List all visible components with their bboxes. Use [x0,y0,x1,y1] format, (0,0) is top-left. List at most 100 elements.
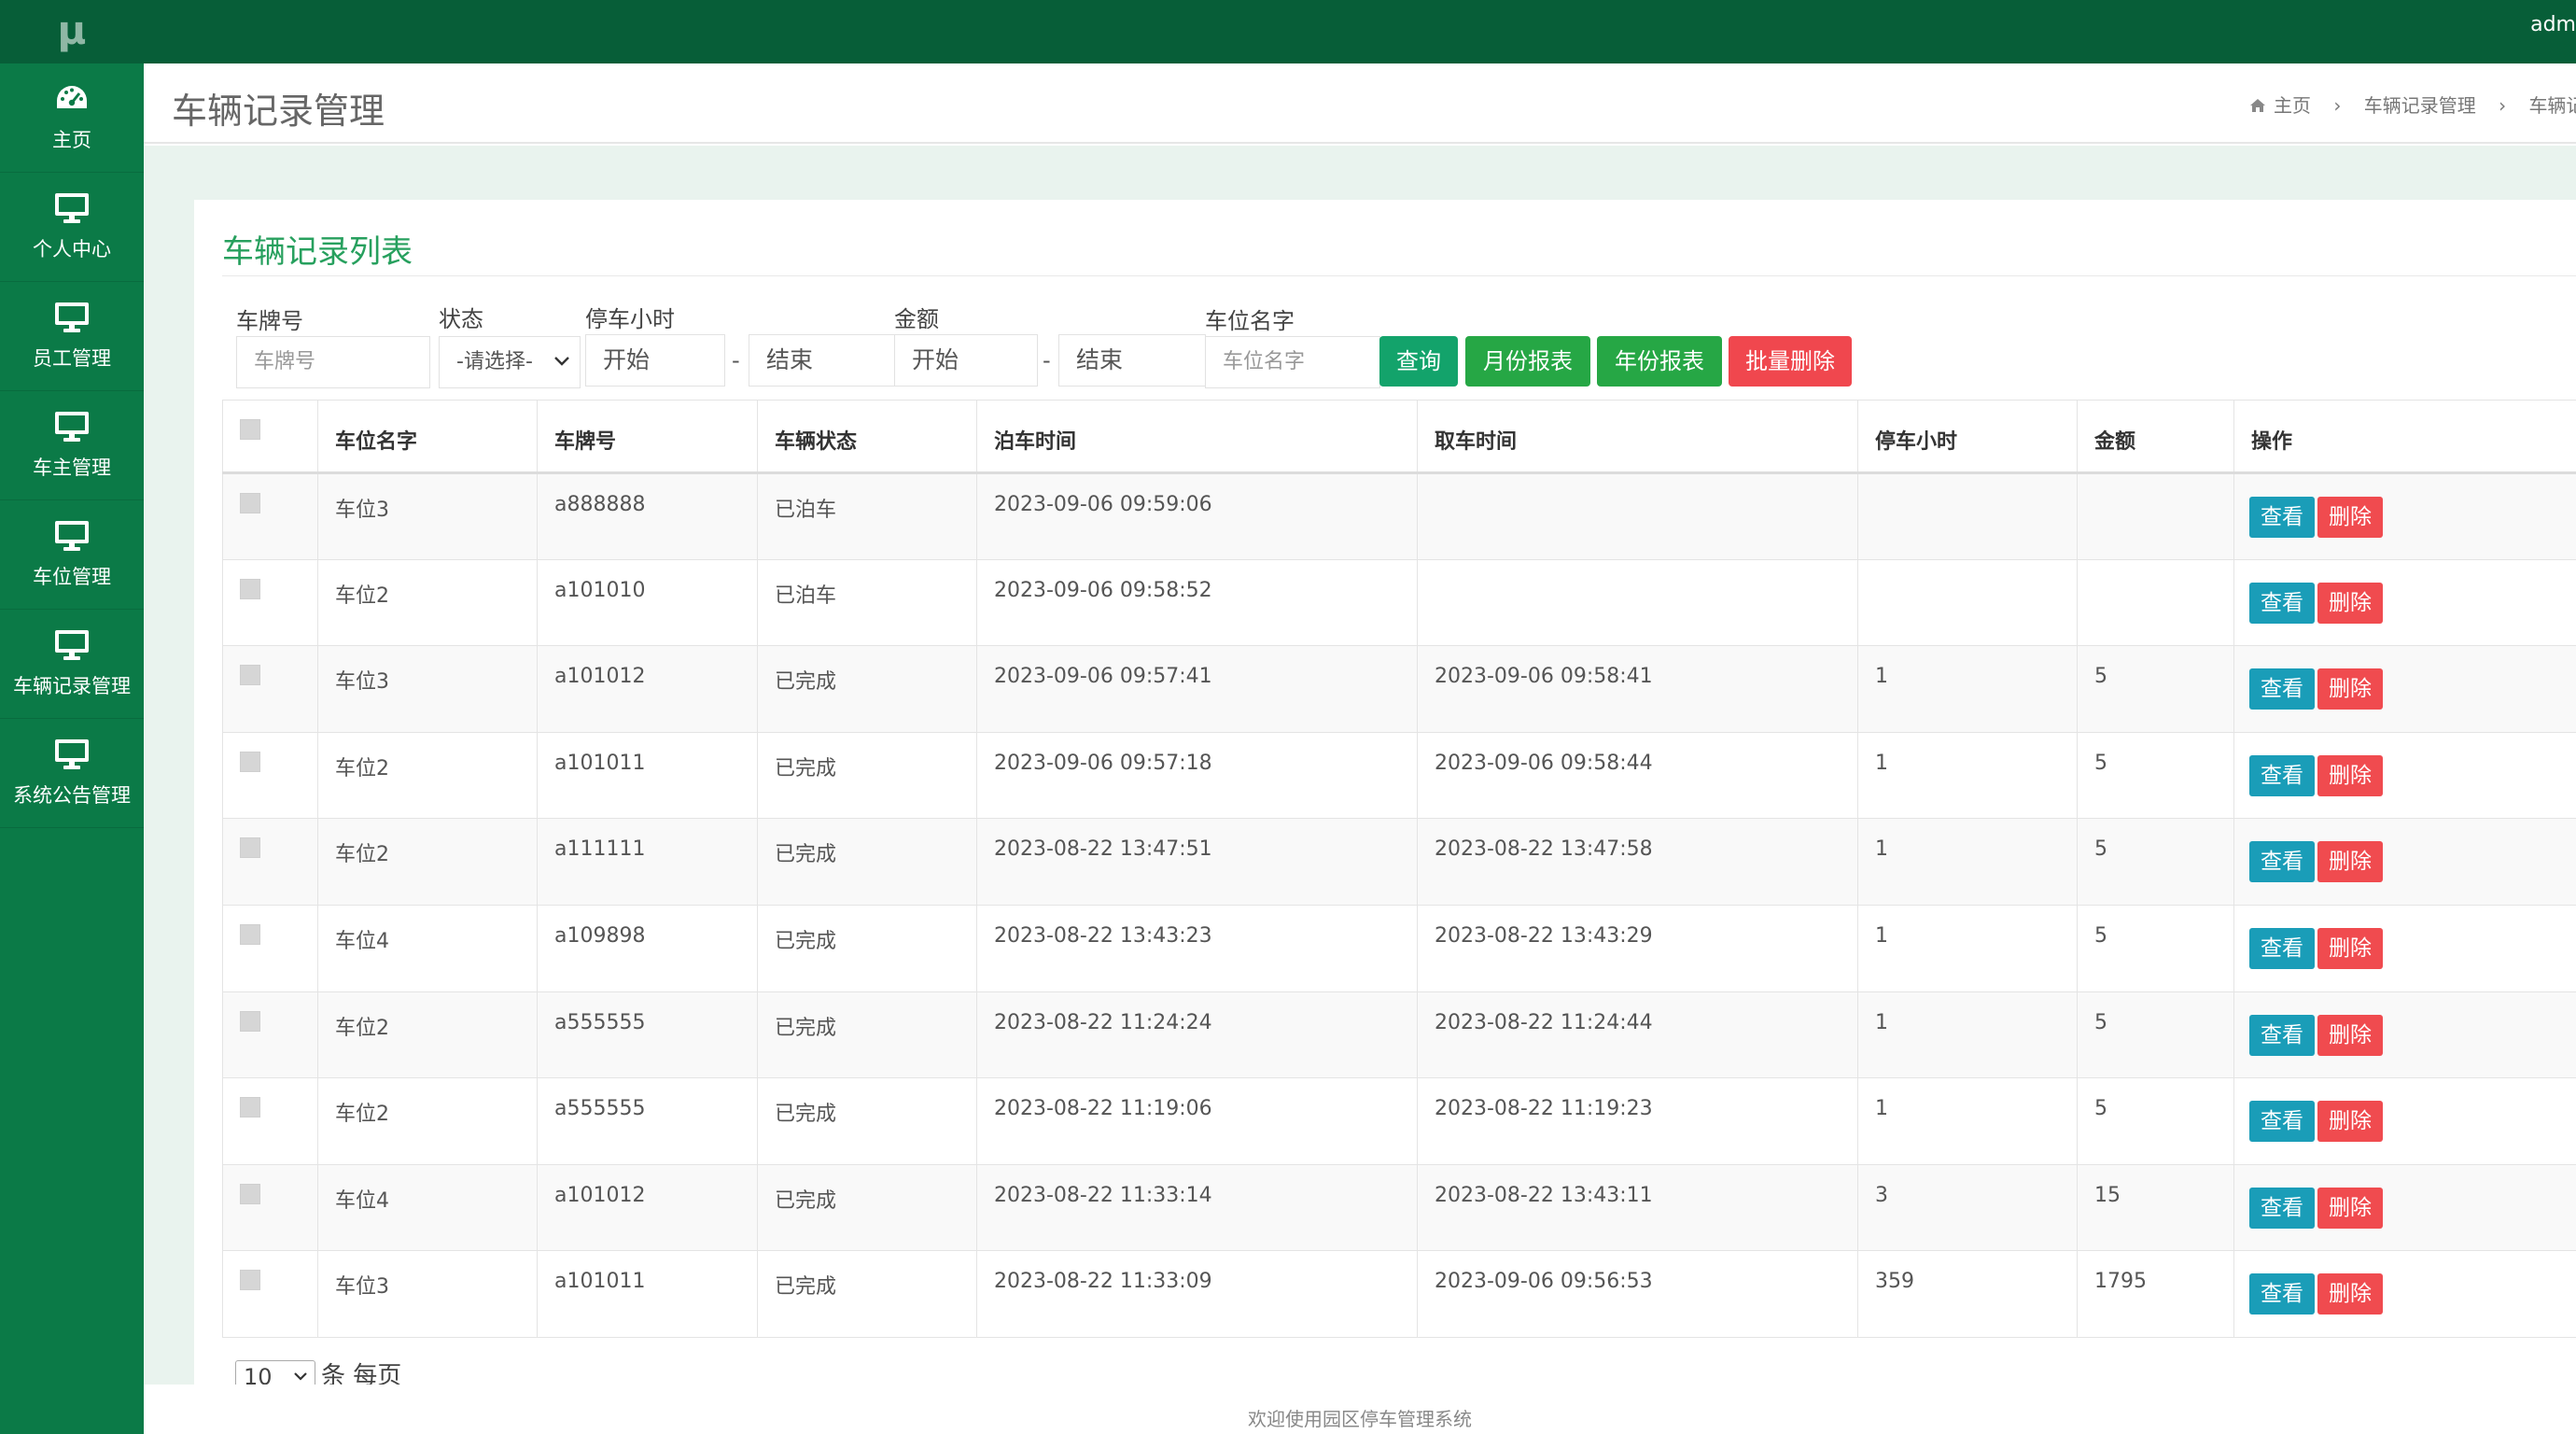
select-all-checkbox[interactable] [240,419,260,440]
row-checkbox[interactable] [240,837,260,859]
user-name[interactable]: adm [2530,13,2576,36]
yearly-report-button[interactable]: 年份报表 [1597,336,1722,387]
sidebar-item-3[interactable]: 车主管理 [0,391,144,500]
cell-amount: 5 [2077,645,2234,733]
sidebar-item-label: 车辆记录管理 [13,675,131,697]
space-input[interactable]: 车位名字 [1205,336,1380,388]
cell-hours: 1 [1857,991,2078,1079]
view-button[interactable]: 查看 [2249,497,2315,538]
cell-amount: 5 [2077,1077,2234,1165]
cell-amount: 1795 [2077,1250,2234,1338]
amount-start-input[interactable]: 开始 [894,334,1038,387]
cell-plate: a888888 [537,472,758,560]
monitor-icon [53,191,91,225]
cell-plate: a101012 [537,645,758,733]
breadcrumb-home[interactable]: 主页 [2249,91,2311,118]
column-header-amount[interactable]: 金额 [2077,400,2234,474]
column-header-actions: 操作 [2233,400,2576,474]
table-header-row: 车位名字 车牌号 车辆状态 泊车时间 取车时间 停车小时 金额 操作 [222,400,2576,474]
monitor-icon [53,738,91,771]
sidebar-item-0[interactable]: 主页 [0,63,144,173]
sidebar-item-label: 系统公告管理 [13,784,131,807]
row-checkbox[interactable] [240,1183,260,1204]
delete-button[interactable]: 删除 [2317,1273,2383,1315]
row-select-cell [222,558,318,647]
row-checkbox[interactable] [240,493,260,513]
cell-status: 已完成 [757,731,977,820]
space-label: 车位名字 [1205,308,1295,334]
sidebar-item-6[interactable]: 系统公告管理 [0,719,144,828]
row-actions: 查看 删除 [2233,558,2576,647]
delete-button[interactable]: 删除 [2317,927,2383,969]
column-header-plate[interactable]: 车牌号 [537,400,758,474]
cell-status: 已泊车 [757,472,977,560]
cell-hours: 1 [1857,904,2078,992]
cell-hours: 1 [1857,818,2078,906]
sidebar-item-5[interactable]: 车辆记录管理 [0,610,144,719]
status-select-value: -请选择- [456,350,533,373]
amount-range-dash: - [1043,347,1051,373]
sidebar-item-2[interactable]: 员工管理 [0,282,144,391]
row-checkbox[interactable] [240,1010,260,1032]
hours-start-input[interactable]: 开始 [585,334,725,387]
breadcrumb-item-records[interactable]: 车辆记录管理 [2364,91,2476,118]
row-select-cell [222,904,318,992]
cell-park-time: 2023-08-22 11:24:24 [976,991,1418,1079]
top-bar: adm [144,0,2576,63]
page-header: 车辆记录管理 主页 › 车辆记录管理 › 车辆记 [144,63,2576,144]
view-button[interactable]: 查看 [2249,754,2315,796]
sidebar-item-4[interactable]: 车位管理 [0,500,144,610]
batch-delete-button[interactable]: 批量删除 [1729,336,1852,387]
cell-status: 已完成 [757,1250,977,1338]
row-checkbox[interactable] [240,1270,260,1291]
delete-button[interactable]: 删除 [2317,497,2383,538]
query-button[interactable]: 查询 [1379,336,1458,387]
cell-amount: 5 [2077,991,2234,1079]
table-row: 车位3 a101012 已完成 2023-09-06 09:57:41 2023-09-… [222,645,2576,733]
breadcrumb-separator: › [2333,94,2342,117]
view-button[interactable]: 查看 [2249,1014,2315,1056]
cell-plate: a555555 [537,1077,758,1165]
chevron-down-icon [554,357,569,366]
row-actions: 查看 删除 [2233,1163,2576,1252]
row-checkbox[interactable] [240,578,260,599]
sidebar-item-1[interactable]: 个人中心 [0,173,144,282]
delete-button[interactable]: 删除 [2317,582,2383,624]
amount-end-input[interactable]: 结束 [1058,334,1206,387]
row-actions: 查看 删除 [2233,645,2576,733]
plate-input[interactable]: 车牌号 [236,336,430,388]
view-button[interactable]: 查看 [2249,1187,2315,1229]
row-checkbox[interactable] [240,923,260,945]
cell-pick-time: 2023-08-22 11:24:44 [1417,991,1858,1079]
view-button[interactable]: 查看 [2249,1273,2315,1315]
column-header-pick-time[interactable]: 取车时间 [1417,400,1858,474]
cell-plate: a109898 [537,904,758,992]
row-select-cell [222,472,318,560]
view-button[interactable]: 查看 [2249,582,2315,624]
row-checkbox[interactable] [240,1097,260,1118]
monthly-report-button[interactable]: 月份报表 [1465,336,1590,387]
view-button[interactable]: 查看 [2249,841,2315,883]
view-button[interactable]: 查看 [2249,1101,2315,1143]
column-header-space[interactable]: 车位名字 [317,400,538,474]
delete-button[interactable]: 删除 [2317,841,2383,883]
row-checkbox[interactable] [240,751,260,772]
row-checkbox[interactable] [240,665,260,686]
delete-button[interactable]: 删除 [2317,1101,2383,1143]
column-header-park-time[interactable]: 泊车时间 [976,400,1418,474]
column-header-hours[interactable]: 停车小时 [1857,400,2078,474]
cell-park-time: 2023-08-22 11:33:09 [976,1250,1418,1338]
column-header-status[interactable]: 车辆状态 [757,400,977,474]
view-button[interactable]: 查看 [2249,668,2315,710]
status-select[interactable]: -请选择- [439,336,581,388]
delete-button[interactable]: 删除 [2317,754,2383,796]
delete-button[interactable]: 删除 [2317,1187,2383,1229]
row-actions: 查看 删除 [2233,818,2576,906]
hours-end-input[interactable]: 结束 [749,334,896,387]
row-actions: 查看 删除 [2233,731,2576,820]
cell-plate: a101011 [537,1250,758,1338]
delete-button[interactable]: 删除 [2317,668,2383,710]
delete-button[interactable]: 删除 [2317,1014,2383,1056]
view-button[interactable]: 查看 [2249,927,2315,969]
cell-space: 车位4 [317,1163,538,1252]
